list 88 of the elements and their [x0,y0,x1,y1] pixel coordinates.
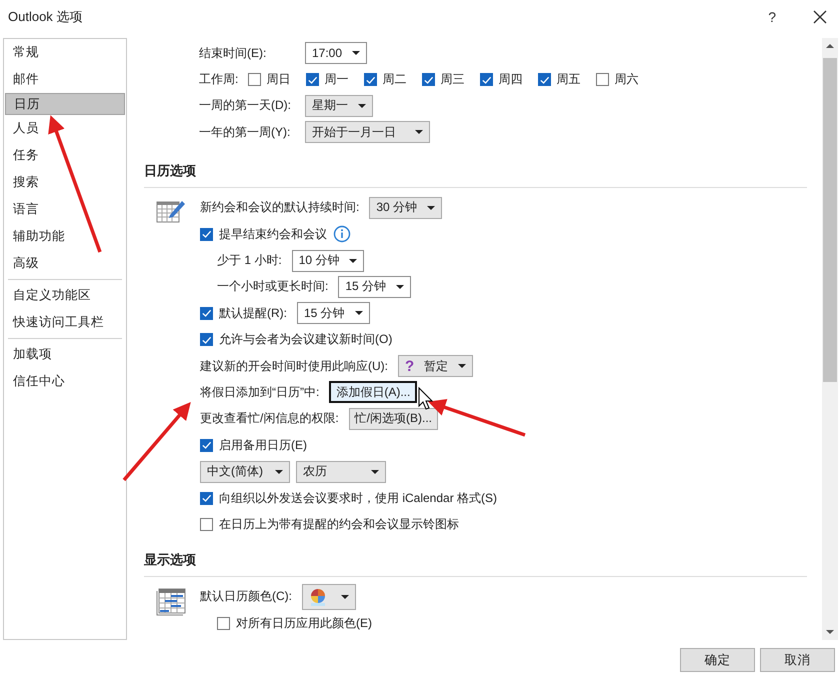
checkbox-label: 周六 [614,71,638,88]
help-button[interactable]: ? [768,9,776,25]
field-label: 一个小时或更长时间: [217,278,328,296]
dropdown[interactable]: 15 分钟 [297,302,370,324]
sidebar-item[interactable]: 日历 [5,93,125,115]
section-heading: 日历选项 [144,162,197,180]
dropdown[interactable]: 中文(简体) [200,460,290,483]
checkbox-label: 周四 [498,71,522,88]
color-dropdown[interactable] [302,584,356,610]
checkbox[interactable] [200,518,213,531]
caret-icon [358,104,366,108]
checkbox-label: 提早结束约会和会议 [219,226,327,243]
checkbox[interactable] [306,73,320,86]
field-label: 少于 1 小时: [217,252,282,270]
checkbox-label: 周一 [324,71,348,88]
field-label: 更改查看忙/闲信息的权限: [200,410,339,428]
field-label: 将假日添加到“日历”中: [200,384,320,401]
field-label: 工作周: [199,71,238,88]
sidebar-item[interactable]: 常规 [4,39,126,66]
sidebar-item[interactable]: 搜索 [4,169,126,196]
checkbox[interactable] [200,333,213,346]
dropdown[interactable]: 30 分钟 [369,196,442,219]
checkbox[interactable] [596,73,610,86]
checkbox[interactable] [217,616,230,630]
first-week-dropdown[interactable]: 开始于一月一日 [305,121,430,144]
section-heading: 显示选项 [144,550,197,569]
checkbox[interactable] [422,73,436,86]
sidebar-item[interactable]: 加载项 [4,341,126,368]
sidebar-item[interactable]: 自定义功能区 [4,282,126,309]
sidebar-item[interactable]: 高级 [4,250,126,277]
dropdown[interactable]: 15 分钟 [338,276,412,298]
field-label: 默认日历颜色(C): [200,588,292,606]
checkbox-label: 向组织以外发送会议要求时，使用 iCalendar 格式(S) [219,490,498,507]
sidebar-item[interactable]: 任务 [4,142,126,169]
sidebar-item[interactable]: 人员 [4,115,126,142]
dropdown[interactable]: ? 暂定 [398,355,474,378]
checkbox-label: 周三 [440,71,464,88]
dialog-button[interactable]: 添加假日(A)... [329,381,418,404]
caret-icon [352,51,360,56]
calendar-grid-icon [156,586,186,616]
checkbox-label: 启用备用日历(E) [219,436,307,454]
checkbox[interactable] [480,73,494,86]
caret-icon [349,258,358,263]
caret-icon [354,311,363,316]
checkbox-label: 允许与会者为会议建议新时间(O) [219,331,392,348]
close-icon[interactable] [812,9,828,25]
dialog-button[interactable]: 取消 [760,648,835,672]
field-label: 建议新的开会时间时使用此响应(U): [200,358,388,375]
checkbox-label: 对所有日历应用此颜色(E) [236,614,372,632]
dialog-button[interactable]: 忙/闲选项(B)... [348,408,438,430]
checkbox[interactable] [538,73,552,86]
info-icon[interactable] [333,225,351,244]
dropdown[interactable]: 农历 [296,460,386,483]
checkbox-label: 默认提醒(R): [219,304,287,322]
sidebar-item[interactable]: 信任中心 [4,368,126,395]
cursor-icon [418,386,434,410]
field-label: 结束时间(E): [199,44,268,62]
checkbox[interactable] [200,438,213,452]
sidebar-item[interactable]: 辅助功能 [4,223,126,250]
checkbox[interactable] [364,73,378,86]
caret-icon [371,470,379,474]
checkbox-label: 周日 [266,71,290,88]
checkbox-label: 周五 [556,71,580,88]
caret-icon [341,594,349,599]
first-day-dropdown[interactable]: 星期一 [305,94,373,117]
checkbox[interactable] [200,306,213,320]
checkbox-label: 在日历上为带有提醒的约会和会议显示铃图标 [219,516,459,533]
sidebar-item[interactable]: 快速访问工具栏 [4,309,126,336]
field-label: 一周的第一天(D): [199,97,292,114]
window-title: Outlook 选项 [8,8,84,26]
sidebar-item[interactable]: 邮件 [4,66,126,93]
caret-icon [396,284,404,289]
checkbox[interactable] [200,492,213,505]
field-label: 新约会和会议的默认持续时间: [200,199,360,216]
dialog-button[interactable]: 确定 [680,648,755,672]
caret-icon [427,206,436,210]
field-label: 一年的第一周(Y): [199,124,292,141]
end-time-dropdown[interactable]: 17:00 [305,42,368,64]
dropdown[interactable]: 10 分钟 [292,250,364,272]
caret-icon [458,364,466,368]
caret-icon [415,130,423,134]
scrollbar[interactable] [822,38,838,640]
checkbox-label: 周二 [382,71,406,88]
checkbox[interactable] [248,73,262,86]
sidebar-item[interactable]: 语言 [4,196,126,223]
checkbox[interactable] [200,228,213,241]
caret-icon [275,470,283,474]
color-wheel-icon [309,588,327,606]
